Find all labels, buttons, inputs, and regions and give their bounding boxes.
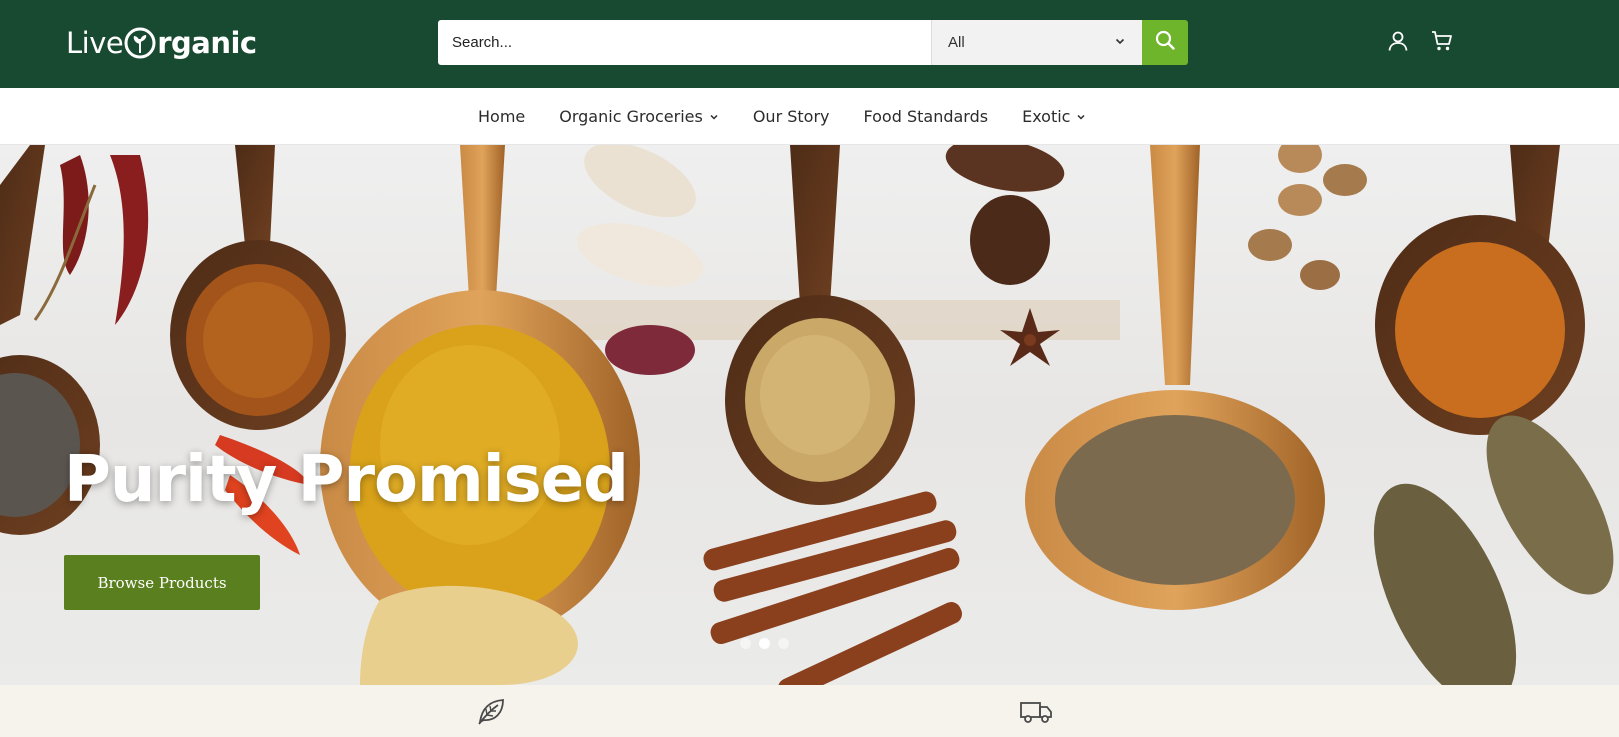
user-icon — [1386, 29, 1410, 58]
nav-item-label: Organic Groceries — [559, 107, 703, 126]
leaf-o-logo-icon — [124, 27, 156, 59]
chevron-down-icon — [709, 112, 719, 122]
browse-products-button[interactable]: Browse Products — [64, 555, 260, 610]
leaf-icon — [474, 695, 508, 727]
slider-dot[interactable] — [778, 638, 789, 649]
search-button[interactable] — [1142, 20, 1188, 65]
nav-item-food-standards[interactable]: Food Standards — [864, 107, 989, 126]
search-bar: All — [438, 20, 1188, 65]
hero-title: Purity Promised — [64, 443, 629, 517]
nav-item-organic-groceries[interactable]: Organic Groceries — [559, 107, 719, 126]
hero-banner: Purity Promised Browse Products — [0, 145, 1619, 685]
main-nav: Home Organic Groceries Our Story Food St… — [0, 88, 1619, 145]
logo[interactable]: Live rganic — [66, 22, 257, 64]
nav-item-label: Our Story — [752, 107, 830, 126]
nav-item-our-story[interactable]: Our Story — [753, 107, 830, 126]
slider-dot-active[interactable] — [759, 638, 770, 649]
logo-text-organic: rganic — [157, 26, 257, 60]
nav-item-label: Exotic — [1022, 107, 1071, 126]
nav-item-label: Home — [478, 107, 526, 126]
category-select[interactable]: All — [931, 20, 1142, 65]
account-button[interactable] — [1385, 30, 1411, 56]
cart-button[interactable] — [1429, 30, 1455, 56]
logo-text-live: Live — [66, 26, 124, 60]
chevron-down-icon — [1076, 112, 1086, 122]
search-input[interactable] — [438, 20, 931, 65]
category-select-value: All — [948, 34, 965, 51]
cart-icon — [1430, 29, 1454, 58]
search-icon — [1154, 29, 1176, 56]
slider-dot[interactable] — [740, 638, 751, 649]
top-header: Live rganic All — [0, 0, 1619, 88]
nav-item-home[interactable]: Home — [478, 107, 525, 126]
truck-icon — [1019, 695, 1053, 727]
nav-item-label: Food Standards — [863, 107, 989, 126]
features-strip — [0, 685, 1619, 737]
nav-item-exotic[interactable]: Exotic — [1022, 107, 1086, 126]
slider-dots — [740, 638, 789, 649]
chevron-down-icon — [1114, 34, 1126, 51]
